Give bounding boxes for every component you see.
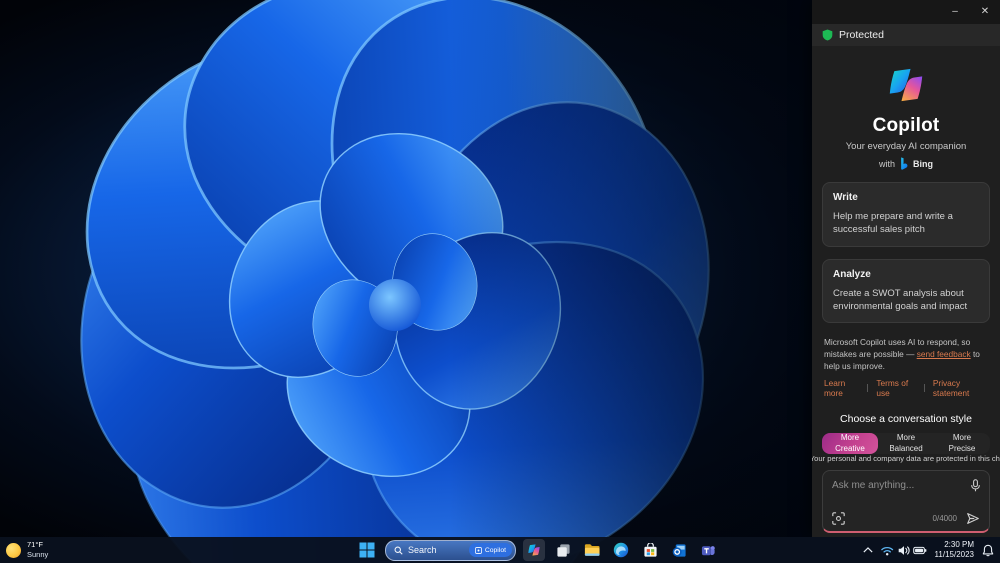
chat-input-box[interactable]: 0/4000 (822, 470, 990, 534)
taskbar-app-copilot[interactable] (523, 539, 545, 561)
style-option-line2: Creative (835, 443, 865, 453)
copilot-panel-body: Copilot Your everyday AI companion with … (812, 46, 1000, 537)
microphone-button[interactable] (970, 479, 981, 492)
data-protection-text: Your personal and company data are prote… (812, 454, 1000, 464)
taskbar: 71°F Sunny Search Copilot 2:30 PM 11/15/… (0, 537, 1000, 563)
system-tray: 2:30 PM 11/15/2023 (862, 537, 994, 563)
send-button[interactable] (966, 512, 980, 525)
weather-temperature: 71°F (27, 540, 43, 550)
teams-icon (701, 545, 715, 555)
taskbar-app-file-explorer[interactable] (581, 539, 603, 561)
with-bing-row: with Bing (822, 157, 990, 170)
tray-overflow-chevron[interactable] (862, 547, 873, 553)
taskbar-app-teams[interactable] (697, 539, 719, 561)
badge-label: Copilot (484, 546, 506, 554)
microphone-icon (971, 479, 980, 492)
taskbar-app-outlook[interactable] (668, 539, 690, 561)
screenshot-button[interactable] (832, 512, 845, 525)
windows-logo-icon (359, 542, 375, 558)
task-view-icon (556, 543, 570, 557)
legal-links: Learn more Terms of use Privacy statemen… (824, 378, 988, 398)
screenshot-icon (832, 512, 845, 525)
data-protection-note: Your personal and company data are prote… (812, 454, 1000, 463)
card-body: Help me prepare and write a successful s… (833, 211, 953, 236)
chat-input-cluster: Your personal and company data are prote… (812, 454, 1000, 534)
weather-widget[interactable]: 71°F Sunny (6, 537, 48, 563)
copilot-hero: Copilot Your everyday AI companion with … (822, 62, 990, 170)
suggestion-card-write[interactable]: Write Help me prepare and write a succes… (822, 182, 990, 247)
taskbar-clock[interactable]: 2:30 PM 11/15/2023 (935, 540, 974, 561)
wifi-volume-battery-icons (880, 545, 926, 555)
style-option-line1: More (896, 433, 916, 443)
ai-disclaimer: Microsoft Copilot uses AI to respond, so… (824, 336, 988, 372)
copilot-taskbar-icon (528, 544, 540, 556)
conversation-style-heading: Choose a conversation style (840, 413, 972, 426)
sun-icon (6, 542, 21, 558)
taskbar-app-task-view[interactable] (552, 539, 574, 561)
copilot-logo-icon (889, 68, 923, 102)
style-option-line2: Balanced (889, 443, 923, 453)
close-button[interactable]: ✕ (970, 0, 1000, 24)
file-explorer-icon (584, 544, 600, 556)
badge-sparkle-icon (475, 546, 482, 554)
start-button[interactable] (356, 539, 378, 561)
taskbar-center: Search Copilot (356, 537, 719, 563)
privacy-statement-link[interactable]: Privacy statement (933, 378, 988, 398)
terms-of-use-link[interactable]: Terms of use (876, 378, 916, 398)
suggestion-card-analyze[interactable]: Analyze Create a SWOT analysis about env… (822, 258, 990, 324)
copilot-sidebar: – ✕ Protected Copilot Your everyday AI c… (812, 0, 1000, 537)
bell-icon (982, 544, 994, 556)
network-volume-battery-group[interactable] (880, 544, 927, 557)
protection-status: Protected (812, 24, 1000, 46)
style-more-creative[interactable]: More Creative (822, 433, 878, 455)
protected-label: Protected (839, 29, 884, 41)
chat-input[interactable] (832, 480, 964, 492)
card-body: Create a SWOT analysis about environment… (833, 287, 968, 312)
send-feedback-link[interactable]: send feedback (917, 349, 971, 359)
search-placeholder: Search (408, 545, 437, 555)
style-more-precise[interactable]: More Precise (934, 433, 990, 454)
edge-icon (613, 542, 629, 558)
character-counter: 0/4000 (932, 514, 957, 524)
copilot-titlebar: – ✕ (812, 0, 1000, 24)
style-option-line2: Precise (948, 443, 976, 453)
taskbar-search[interactable]: Search Copilot (385, 539, 516, 561)
link-divider (867, 384, 869, 393)
conversation-style-toggle: More Creative More Balanced More Precise (822, 433, 990, 455)
search-icon (394, 546, 403, 555)
card-title: Write (833, 192, 858, 203)
desktop: – ✕ Protected Copilot Your everyday AI c… (0, 0, 1000, 563)
clock-time: 2:30 PM (944, 539, 974, 549)
card-title: Analyze (833, 268, 871, 280)
minimize-button[interactable]: – (940, 0, 970, 24)
search-highlight-badge[interactable]: Copilot (468, 543, 512, 557)
style-option-line1: More (952, 433, 972, 443)
link-divider (924, 384, 925, 393)
notifications-button[interactable] (982, 544, 994, 557)
bing-label: Bing (913, 158, 933, 169)
clock-date: 11/15/2023 (934, 550, 974, 559)
with-label: with (878, 158, 895, 169)
outlook-icon (672, 543, 686, 557)
taskbar-app-edge[interactable] (610, 539, 632, 561)
taskbar-app-microsoft-store[interactable] (639, 539, 661, 561)
weather-condition: Sunny (27, 550, 49, 559)
copilot-title: Copilot (872, 115, 940, 136)
microsoft-store-icon (643, 542, 657, 557)
send-icon (967, 513, 979, 524)
bing-logo-icon (901, 157, 908, 170)
chevron-up-icon (862, 547, 873, 553)
learn-more-link[interactable]: Learn more (824, 378, 859, 398)
style-option-line1: More (840, 433, 860, 443)
copilot-subtitle: Your everyday AI companion (845, 141, 967, 152)
style-more-balanced[interactable]: More Balanced (878, 433, 934, 454)
shield-protected-icon (822, 29, 833, 41)
bloom-flower-art (21, 0, 812, 563)
